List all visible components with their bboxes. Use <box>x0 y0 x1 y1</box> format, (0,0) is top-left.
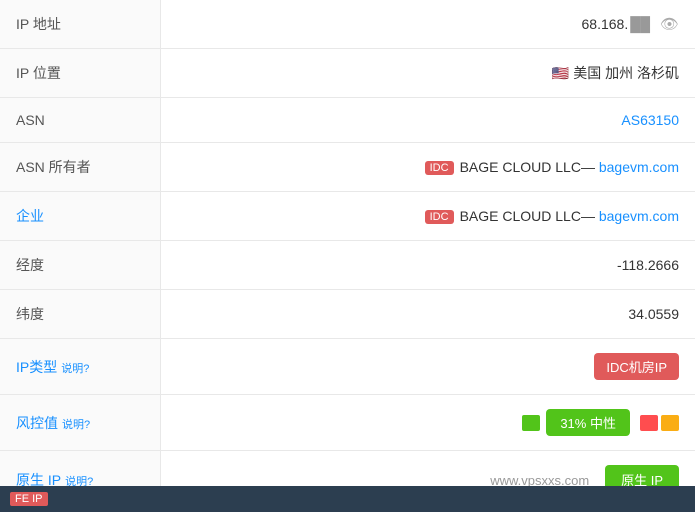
risk-explain[interactable]: 说明? <box>62 419 90 431</box>
value-ip-type: IDC机房IP <box>160 339 695 395</box>
risk-percent-label: 31% 中性 <box>546 409 630 436</box>
value-ip-location: 🇺🇸美国 加州 洛杉矶 <box>160 49 695 98</box>
risk-yellow-block <box>661 415 679 431</box>
info-table: IP 地址 68.168.██ 👁 IP 位置 🇺🇸美国 加州 洛杉矶 ASN … <box>0 0 695 509</box>
eye-icon[interactable]: 👁 <box>660 16 679 33</box>
asn-site-link[interactable]: bagevm.com <box>599 159 679 175</box>
asn-separator: — <box>581 159 595 175</box>
label-ip-type: IP类型说明? <box>0 339 160 395</box>
value-latitude: 34.0559 <box>160 290 695 339</box>
value-asn-owner: IDC BAGE CLOUD LLC— bagevm.com <box>160 143 695 192</box>
idc-ip-badge: IDC机房IP <box>594 353 679 380</box>
ip-hidden: ██ <box>630 16 650 32</box>
value-asn: AS63150 <box>160 98 695 143</box>
value-enterprise: IDC BAGE CLOUD LLC— bagevm.com <box>160 192 695 241</box>
label-latitude: 纬度 <box>0 290 160 339</box>
enterprise-separator: — <box>581 208 595 224</box>
ip-visible: 68.168. <box>582 16 629 32</box>
enterprise-site-link[interactable]: bagevm.com <box>599 208 679 224</box>
label-ip-address: IP 地址 <box>0 0 160 49</box>
idc-badge-enterprise: IDC <box>425 210 454 224</box>
label-risk: 风控值说明? <box>0 395 160 451</box>
label-asn-owner: ASN 所有者 <box>0 143 160 192</box>
label-asn: ASN <box>0 98 160 143</box>
idc-badge-asn: IDC <box>425 161 454 175</box>
value-risk: 31% 中性 <box>160 395 695 451</box>
us-flag-icon: 🇺🇸 <box>552 65 569 81</box>
row-ip-type: IP类型说明? IDC机房IP <box>0 339 695 395</box>
row-enterprise: 企业 IDC BAGE CLOUD LLC— bagevm.com <box>0 192 695 241</box>
row-latitude: 纬度 34.0559 <box>0 290 695 339</box>
value-longitude: -118.2666 <box>160 241 695 290</box>
asn-company: BAGE CLOUD LLC <box>460 159 581 175</box>
value-ip-address: 68.168.██ 👁 <box>160 0 695 49</box>
risk-red-block <box>640 415 658 431</box>
location-text: 美国 加州 洛杉矶 <box>573 65 679 81</box>
label-enterprise: 企业 <box>0 192 160 241</box>
label-ip-location: IP 位置 <box>0 49 160 98</box>
risk-bar-container: 31% 中性 <box>522 409 679 436</box>
row-asn: ASN AS63150 <box>0 98 695 143</box>
enterprise-label-link[interactable]: 企业 <box>16 208 44 224</box>
label-longitude: 经度 <box>0 241 160 290</box>
row-ip-location: IP 位置 🇺🇸美国 加州 洛杉矶 <box>0 49 695 98</box>
enterprise-company: BAGE CLOUD LLC <box>460 208 581 224</box>
risk-green-block <box>522 415 540 431</box>
row-asn-owner: ASN 所有者 IDC BAGE CLOUD LLC— bagevm.com <box>0 143 695 192</box>
row-longitude: 经度 -118.2666 <box>0 241 695 290</box>
risk-dots <box>640 415 679 431</box>
footer-bar: FE IP <box>0 486 695 512</box>
ip-type-explain[interactable]: 说明? <box>61 363 89 375</box>
ip-type-label-link[interactable]: IP类型 <box>16 359 57 375</box>
risk-label-link[interactable]: 风控值 <box>16 415 58 431</box>
asn-link[interactable]: AS63150 <box>621 112 679 128</box>
row-ip-address: IP 地址 68.168.██ 👁 <box>0 0 695 49</box>
footer-tag: FE IP <box>10 492 48 506</box>
row-risk: 风控值说明? 31% 中性 <box>0 395 695 451</box>
